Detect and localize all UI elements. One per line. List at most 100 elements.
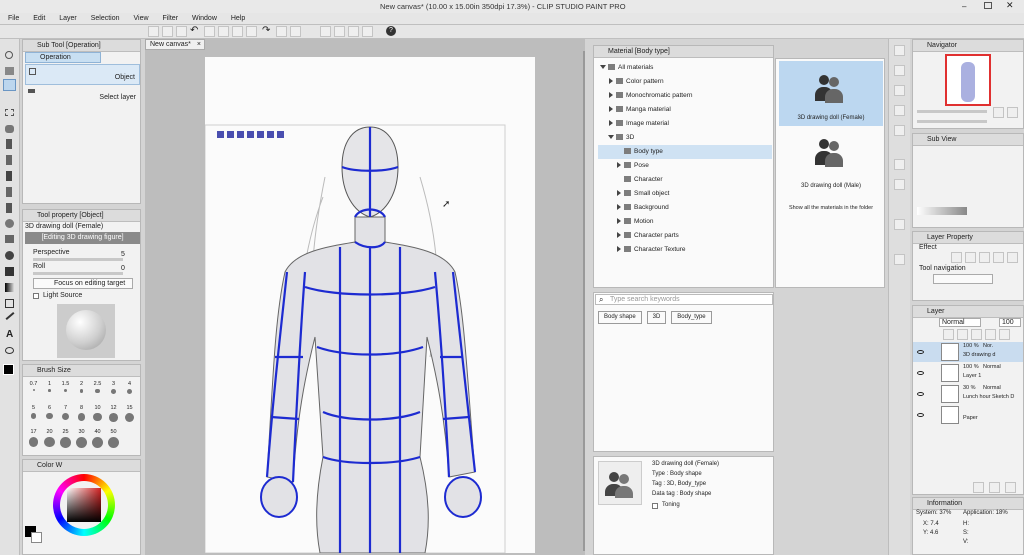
zoom-in-icon[interactable] [993,107,1004,118]
menu-view[interactable]: View [133,15,148,22]
view-icon[interactable] [362,26,373,37]
toning-checkbox[interactable] [652,503,658,509]
lasso-tool-icon[interactable] [5,125,14,133]
grid-icon[interactable] [232,26,243,37]
decoration-tool-icon[interactable] [5,219,14,228]
brush-size-option[interactable]: 1.5 [58,381,73,403]
color-saturation-square[interactable] [67,488,101,522]
collapse-arrow-icon[interactable] [600,65,606,70]
zoom-out-icon[interactable] [1007,107,1018,118]
effect-icon-3[interactable] [979,252,990,263]
menu-window[interactable]: Window [192,15,217,22]
minimize-button[interactable]: – [962,2,972,11]
gradient-tool-icon[interactable] [5,283,14,292]
figure-tool-icon[interactable] [5,299,14,308]
airbrush-tool-icon[interactable] [6,203,12,213]
redo-icon[interactable]: ↷ [262,25,270,36]
tag-body-shape[interactable]: Body shape [598,311,642,324]
dock-icon-4[interactable] [894,105,905,116]
tag-3d[interactable]: 3D [646,311,667,324]
brush-tool-icon[interactable] [6,187,12,197]
menu-help[interactable]: Help [231,15,245,22]
roll-slider[interactable] [33,272,123,275]
expand-arrow-icon[interactable] [609,78,613,85]
canvas-vertical-scrollbar[interactable] [583,51,585,551]
material-tree-item[interactable]: Image material [598,117,772,131]
ruler-tool-icon[interactable] [5,312,15,320]
brush-size-option[interactable]: 2.5 [90,381,105,403]
material-tree-item[interactable]: Character Texture [598,243,772,257]
material-item-female[interactable]: 3D drawing doll (Female) [779,61,883,126]
export-icon[interactable] [218,26,229,37]
tag-body-type[interactable]: Body_type [671,311,712,324]
help-icon[interactable]: ? [386,26,396,36]
dock-icon-9[interactable] [894,254,905,265]
settings-icon[interactable] [204,26,215,37]
visibility-eye-icon[interactable] [917,371,924,375]
layer-row[interactable]: 100 % Nor. 3D drawing d [913,342,1023,362]
tool-navigation-button[interactable] [933,274,993,284]
brush-size-option[interactable]: 40 [90,429,105,451]
rotate-slider[interactable] [917,120,987,123]
move-tool-icon[interactable] [5,67,14,75]
brush-size-option[interactable]: 4 [122,381,137,403]
brush-size-option[interactable]: 25 [58,429,73,451]
layer-tool-icon-3[interactable] [971,329,982,340]
brush-size-option[interactable]: 17 [26,429,41,451]
transform-icon[interactable] [320,26,331,37]
expand-arrow-icon[interactable] [609,106,613,113]
eraser-tool-icon[interactable] [5,235,14,243]
material-tree-item[interactable]: Body type [598,145,772,159]
expand-arrow-icon[interactable] [617,246,621,253]
material-tree-item[interactable]: Color pattern [598,75,772,89]
layer-tool-icon-5[interactable] [999,329,1010,340]
expand-arrow-icon[interactable] [617,232,621,239]
expand-arrow-icon[interactable] [609,92,613,99]
brush-size-option[interactable]: 20 [42,429,57,451]
canvas-document[interactable] [205,57,535,553]
visibility-eye-icon[interactable] [917,392,924,396]
visibility-eye-icon[interactable] [917,350,924,354]
material-tree-item[interactable]: Manga material [598,103,772,117]
light-source-sphere[interactable] [57,304,115,358]
clear-icon[interactable] [276,26,287,37]
close-button[interactable]: ✕ [1006,0,1014,11]
dock-icon-5[interactable] [894,125,905,136]
dock-icon-2[interactable] [894,65,905,76]
brush-size-option[interactable]: 50 [106,429,121,451]
expand-arrow-icon[interactable] [617,190,621,197]
material-tree-item[interactable]: Small object [598,187,772,201]
dock-icon-1[interactable] [894,45,905,56]
expand-arrow-icon[interactable] [617,162,621,169]
undo-icon[interactable]: ↶ [190,25,198,36]
dock-icon-8[interactable] [894,219,905,230]
subtool-tab-operation[interactable]: Operation [25,52,101,63]
layer-row[interactable]: 100 % Normal Layer 1 [913,363,1023,383]
brush-size-option[interactable]: 30 [74,429,89,451]
menu-selection[interactable]: Selection [91,15,120,22]
subtool-item-object[interactable]: Object [25,64,140,85]
navigator-preview[interactable] [945,54,991,106]
brush-size-option[interactable]: 1 [42,381,57,403]
effect-icon-4[interactable] [993,252,1004,263]
perspective-value[interactable]: 5 [121,251,125,258]
brush-size-option[interactable]: 0.7 [26,381,41,403]
new-layer-icon[interactable] [973,482,984,493]
3d-drawing-doll-figure[interactable] [205,57,535,553]
menu-file[interactable]: File [8,15,19,22]
effect-icon-5[interactable] [1007,252,1018,263]
maximize-button[interactable] [984,2,992,9]
visibility-eye-icon[interactable] [917,413,924,417]
brush-size-option[interactable]: 10 [90,405,105,427]
fill-icon[interactable] [290,26,301,37]
roll-value[interactable]: 0 [121,265,125,272]
material-item-male[interactable]: 3D drawing doll (Male) [779,131,883,196]
balloon-tool-icon[interactable] [5,347,14,354]
text-tool-icon[interactable]: A [6,329,13,340]
brush-size-option[interactable]: 2 [74,381,89,403]
save-icon[interactable] [176,26,187,37]
brush-size-option[interactable]: 3 [106,381,121,403]
material-tree-item[interactable]: 3D [598,131,772,145]
open-icon[interactable] [162,26,173,37]
layer-tool-icon-1[interactable] [943,329,954,340]
